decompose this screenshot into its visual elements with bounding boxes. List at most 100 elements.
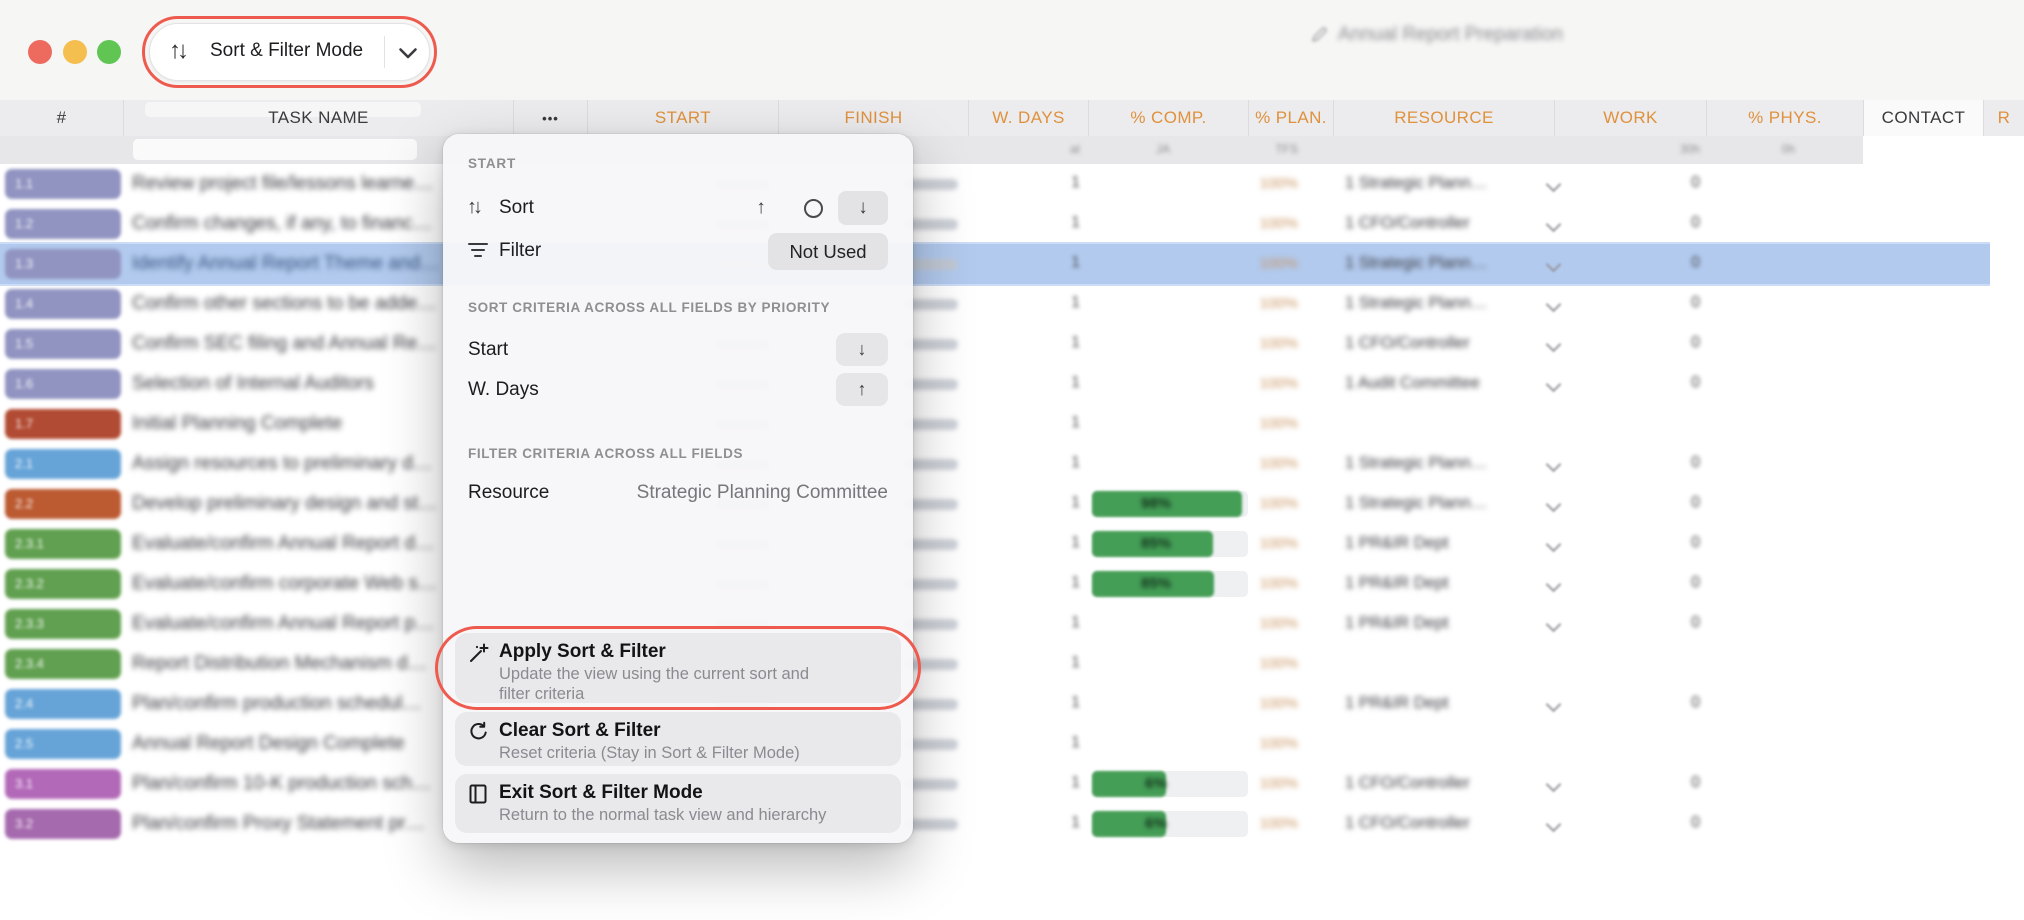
pct-plan-value: 100% <box>1208 335 1298 352</box>
progress-label: 6% <box>1116 815 1196 832</box>
filter-not-used-button[interactable]: Not Used <box>768 233 888 270</box>
pct-plan-value: 100% <box>1208 815 1298 832</box>
pct-plan-value: 100% <box>1208 615 1298 632</box>
resource-cell[interactable]: 1 CFO/Controller <box>1345 214 1527 233</box>
filter-criterion-value[interactable]: Strategic Planning Committee <box>593 482 888 504</box>
chevron-down-icon[interactable] <box>1546 697 1562 713</box>
wdays-value: 1 <box>990 774 1080 792</box>
wdays-value: 1 <box>990 534 1080 552</box>
task-wbs-number: 1.6 <box>15 376 33 391</box>
task-row[interactable]: 2.5Annual Report Design Complete1100% <box>0 724 2024 764</box>
task-row[interactable]: 2.3.4Report Distribution Mechanism d…110… <box>0 644 2024 684</box>
task-id-chip[interactable]: 2.3.1 <box>5 529 121 559</box>
task-row[interactable]: 1.6Selection of Internal Auditors1100%1 … <box>0 364 2024 404</box>
task-id-chip[interactable]: 3.2 <box>5 809 121 839</box>
resource-cell[interactable]: 1 PR&IR Dept <box>1345 614 1527 633</box>
chevron-down-icon[interactable] <box>1546 617 1562 633</box>
task-wbs-number: 1.4 <box>15 296 33 311</box>
resource-cell[interactable]: 1 Audit Committee <box>1345 374 1527 393</box>
task-row[interactable]: 2.3.3Evaluate/confirm Annual Report p…11… <box>0 604 2024 644</box>
task-id-chip[interactable]: 1.6 <box>5 369 121 399</box>
resource-cell[interactable]: 1 PR&IR Dept <box>1345 534 1527 553</box>
task-row[interactable]: 2.3.1Evaluate/confirm Annual Report d…18… <box>0 524 2024 564</box>
chevron-down-icon[interactable] <box>1546 337 1562 353</box>
task-id-chip[interactable]: 2.5 <box>5 729 121 759</box>
clear-sort-filter-button[interactable]: Clear Sort & Filter Reset criteria (Stay… <box>455 712 901 766</box>
sort-criterion-direction-button[interactable]: ↑ <box>836 373 888 406</box>
task-id-chip[interactable]: 2.2 <box>5 489 121 519</box>
pct-plan-value: 100% <box>1208 175 1298 192</box>
work-value: 0 <box>1616 574 1700 592</box>
task-row[interactable]: 1.1Review project file/lessons learne…11… <box>0 164 2024 204</box>
resource-cell[interactable]: 1 PR&IR Dept <box>1345 694 1527 713</box>
work-value: 0 <box>1616 334 1700 352</box>
progress-label: 85% <box>1116 535 1196 552</box>
resource-cell[interactable]: 1 PR&IR Dept <box>1345 574 1527 593</box>
task-id-chip[interactable]: 1.7 <box>5 409 121 439</box>
chevron-down-icon[interactable] <box>1546 777 1562 793</box>
task-row[interactable]: 3.2Plan/confirm Proxy Statement pr…16%10… <box>0 804 2024 844</box>
chevron-down-icon[interactable] <box>1546 297 1562 313</box>
task-row[interactable]: 1.3Identify Annual Report Theme and…1100… <box>0 244 2024 284</box>
task-row[interactable]: 2.4Plan/confirm production schedul…1100%… <box>0 684 2024 724</box>
resource-cell[interactable]: 1 CFO/Controller <box>1345 774 1527 793</box>
task-id-chip[interactable]: 1.4 <box>5 289 121 319</box>
task-row[interactable]: 3.1Plan/confirm 10-K production sch…16%1… <box>0 764 2024 804</box>
task-id-chip[interactable]: 2.3.3 <box>5 609 121 639</box>
wdays-value: 1 <box>990 374 1080 392</box>
sort-ascending-option[interactable]: ↑ <box>743 191 779 225</box>
chevron-down-icon[interactable] <box>1546 377 1562 393</box>
task-row[interactable]: 2.1Assign resources to preliminary d…110… <box>0 444 2024 484</box>
app-window: ↑↓ Sort & Filter Mode Annual Report Prep… <box>0 0 2024 920</box>
pct-plan-value: 100% <box>1208 695 1298 712</box>
pct-plan-value: 100% <box>1208 495 1298 512</box>
task-row[interactable]: 1.4Confirm other sections to be adde…110… <box>0 284 2024 324</box>
resource-cell[interactable]: 1 Strategic Plann… <box>1345 174 1527 193</box>
chevron-down-icon[interactable] <box>1546 817 1562 833</box>
task-wbs-number: 2.3.4 <box>15 656 44 671</box>
action-subtitle: Return to the normal task view and hiera… <box>499 805 826 825</box>
pct-plan-value: 100% <box>1208 255 1298 272</box>
sort-criterion-direction-button[interactable]: ↓ <box>836 333 888 366</box>
filter-criteria-section-title: FILTER CRITERIA ACROSS ALL FIELDS <box>468 446 743 461</box>
task-id-chip[interactable]: 3.1 <box>5 769 121 799</box>
task-wbs-number: 2.2 <box>15 496 33 511</box>
chevron-down-icon[interactable] <box>1546 497 1562 513</box>
task-id-chip[interactable]: 2.4 <box>5 689 121 719</box>
task-id-chip[interactable]: 1.1 <box>5 169 121 199</box>
wdays-value: 1 <box>990 694 1080 712</box>
resource-cell[interactable]: 1 CFO/Controller <box>1345 334 1527 353</box>
chevron-down-icon[interactable] <box>1546 457 1562 473</box>
task-id-chip[interactable]: 1.2 <box>5 209 121 239</box>
task-row[interactable]: 2.3.2Evaluate/confirm corporate Web s…18… <box>0 564 2024 604</box>
wdays-value: 1 <box>990 734 1080 752</box>
work-value: 0 <box>1616 374 1700 392</box>
chevron-down-icon[interactable] <box>1546 217 1562 233</box>
task-row[interactable]: 1.2Confirm changes, if any, to financ…11… <box>0 204 2024 244</box>
sort-none-option[interactable] <box>795 191 831 225</box>
apply-sort-filter-button[interactable]: Apply Sort & Filter Update the view usin… <box>455 633 901 703</box>
task-id-chip[interactable]: 1.3 <box>5 249 121 279</box>
resource-cell[interactable]: 1 Strategic Plann… <box>1345 254 1527 273</box>
work-value: 0 <box>1616 774 1700 792</box>
task-row[interactable]: 2.2Develop preliminary design and st…198… <box>0 484 2024 524</box>
resource-cell[interactable]: 1 Strategic Plann… <box>1345 454 1527 473</box>
wdays-value: 1 <box>990 414 1080 432</box>
chevron-down-icon[interactable] <box>1546 177 1562 193</box>
resource-cell[interactable]: 1 Strategic Plann… <box>1345 294 1527 313</box>
chevron-down-icon[interactable] <box>1546 577 1562 593</box>
task-id-chip[interactable]: 1.5 <box>5 329 121 359</box>
exit-sort-filter-mode-button[interactable]: Exit Sort & Filter Mode Return to the no… <box>455 774 901 833</box>
task-id-chip[interactable]: 2.3.4 <box>5 649 121 679</box>
task-row[interactable]: 1.5Confirm SEC filing and Annual Re…1100… <box>0 324 2024 364</box>
chevron-down-icon[interactable] <box>1546 537 1562 553</box>
filter-row-label: Filter <box>499 240 541 262</box>
task-id-chip[interactable]: 2.3.2 <box>5 569 121 599</box>
task-row[interactable]: 1.7Initial Planning Complete1100% <box>0 404 2024 444</box>
work-value: 0 <box>1616 534 1700 552</box>
sort-criterion-field: Start <box>468 339 508 361</box>
task-id-chip[interactable]: 2.1 <box>5 449 121 479</box>
sort-descending-option-selected[interactable]: ↓ <box>838 191 888 225</box>
resource-cell[interactable]: 1 Strategic Plann… <box>1345 494 1527 513</box>
resource-cell[interactable]: 1 CFO/Controller <box>1345 814 1527 833</box>
